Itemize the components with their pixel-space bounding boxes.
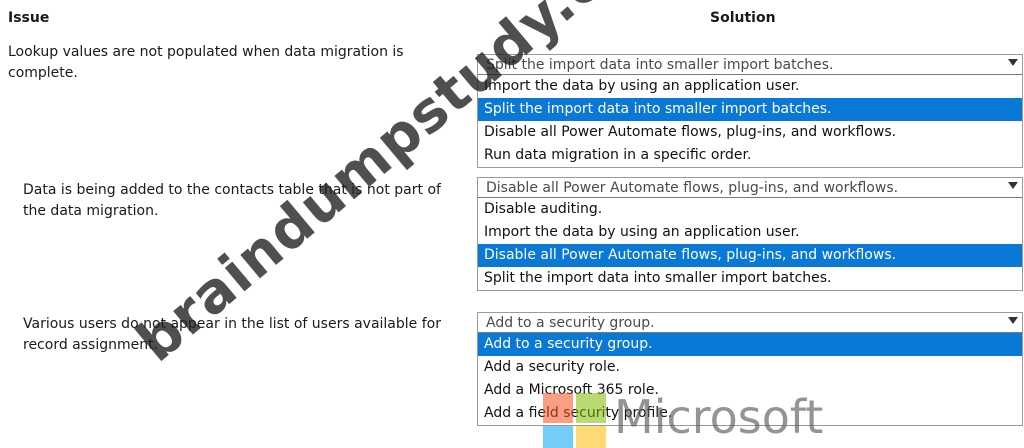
dropdown-option[interactable]: Disable all Power Automate flows, plug-i… — [478, 244, 1022, 267]
dropdown-option[interactable]: Import the data by using an application … — [478, 221, 1022, 244]
dropdown-option[interactable]: Add to a security group. — [478, 333, 1022, 356]
microsoft-brand-text: Microsoft — [614, 390, 824, 444]
issue-text-3: Various users do not appear in the list … — [23, 314, 478, 356]
chevron-down-icon[interactable] — [1008, 182, 1018, 189]
issue-line: the data migration. — [23, 203, 159, 219]
solution-dropdown-2: Disable all Power Automate flows, plug-i… — [477, 177, 1023, 291]
logo-square — [576, 426, 606, 448]
dropdown-selected-value: Split the import data into smaller impor… — [486, 57, 834, 73]
microsoft-logo-icon — [543, 393, 607, 448]
issue-text-1: Lookup values are not populated when dat… — [8, 42, 463, 84]
dropdown-list: Disable auditing. Import the data by usi… — [477, 197, 1023, 291]
dropdown-option[interactable]: Disable auditing. — [478, 198, 1022, 221]
issue-text-2: Data is being added to the contacts tabl… — [23, 180, 478, 222]
issue-line: complete. — [8, 65, 78, 81]
dropdown-selected-value: Add to a security group. — [486, 315, 655, 331]
header-issue: Issue — [8, 10, 50, 26]
issue-line: Lookup values are not populated when dat… — [8, 44, 404, 60]
dropdown-option[interactable]: Run data migration in a specific order. — [478, 144, 1022, 167]
dropdown-list: Import the data by using an application … — [477, 74, 1023, 168]
dropdown-option[interactable]: Import the data by using an application … — [478, 75, 1022, 98]
issue-line: Various users do not appear in the list … — [23, 316, 441, 332]
dropdown-option[interactable]: Split the import data into smaller impor… — [478, 98, 1022, 121]
dropdown-select[interactable]: Add to a security group. — [477, 312, 1023, 332]
issue-line: Data is being added to the contacts tabl… — [23, 182, 441, 198]
dropdown-option[interactable]: Add a security role. — [478, 356, 1022, 379]
dropdown-selected-value: Disable all Power Automate flows, plug-i… — [486, 180, 899, 196]
dropdown-option[interactable]: Disable all Power Automate flows, plug-i… — [478, 121, 1022, 144]
solution-dropdown-1: Split the import data into smaller impor… — [477, 54, 1023, 168]
dropdown-select[interactable]: Disable all Power Automate flows, plug-i… — [477, 177, 1023, 197]
dropdown-select[interactable]: Split the import data into smaller impor… — [477, 54, 1023, 74]
logo-square — [543, 426, 573, 448]
issue-line: record assignment. — [23, 337, 159, 353]
dropdown-option[interactable]: Split the import data into smaller impor… — [478, 267, 1022, 290]
header-solution: Solution — [710, 10, 776, 26]
chevron-down-icon[interactable] — [1008, 59, 1018, 66]
logo-square — [576, 393, 606, 423]
logo-square — [543, 393, 573, 423]
chevron-down-icon[interactable] — [1008, 317, 1018, 324]
